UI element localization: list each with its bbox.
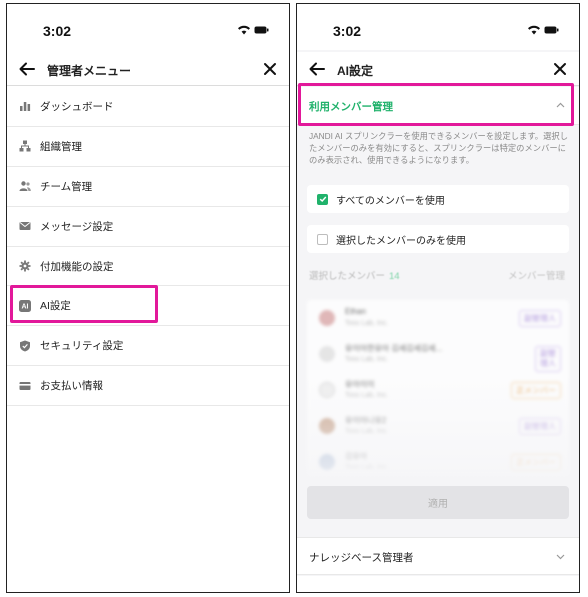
option-all-members[interactable]: すべてのメンバーを使用 bbox=[307, 185, 569, 213]
team-icon bbox=[19, 181, 31, 192]
member-name: Ethan bbox=[345, 307, 366, 316]
option-selected-members[interactable]: 選択したメンバーのみを使用 bbox=[307, 225, 569, 253]
chevron-down-icon[interactable] bbox=[556, 554, 565, 560]
member-name: 김유아 bbox=[345, 452, 368, 461]
page-title: AI設定 bbox=[337, 64, 374, 78]
section-title: ナレッジベース管理者 bbox=[309, 552, 414, 564]
avatar bbox=[319, 418, 335, 434]
checkbox-checked-icon[interactable] bbox=[317, 193, 328, 205]
checkbox-unchecked-icon[interactable] bbox=[317, 233, 328, 245]
status-time: 3:02 bbox=[333, 23, 362, 39]
close-icon[interactable] bbox=[551, 60, 569, 78]
bar-chart-icon bbox=[20, 102, 31, 112]
member-org: Toss Lab, Inc. bbox=[345, 464, 389, 471]
menu-item-message-settings[interactable]: メッセージ設定 bbox=[7, 206, 289, 247]
role-badge: 副管理人 bbox=[519, 418, 561, 435]
menu-item-label: チーム管理 bbox=[40, 180, 93, 193]
admin-menu-screen: 3:02 管理者メニュー ダッシュボード 組織管理 チーム管理 メッセージ設定 … bbox=[6, 3, 290, 593]
battery-icon bbox=[254, 26, 269, 34]
menu-item-label: 付加機能の設定 bbox=[40, 260, 114, 273]
option-label: すべてのメンバーを使用 bbox=[336, 195, 445, 207]
member-name: 유이아한유아 김세김세김세... bbox=[345, 344, 443, 353]
close-icon[interactable] bbox=[261, 60, 279, 78]
member-usage-section-header[interactable]: 利用メンバー管理 bbox=[297, 87, 579, 125]
member-org: Toss Lab, Inc. bbox=[345, 428, 389, 435]
page-title: 管理者メニュー bbox=[47, 64, 132, 78]
role-badge: 正メンバー bbox=[511, 454, 561, 471]
list-item[interactable]: Ethan Toss Lab, Inc. 副管理人 bbox=[307, 300, 569, 336]
menu-item-addon-settings[interactable]: 付加機能の設定 bbox=[7, 246, 289, 287]
menu-item-label: 組織管理 bbox=[40, 140, 82, 153]
apply-button[interactable]: 適用 bbox=[307, 486, 569, 519]
role-badge: 副管理人 bbox=[519, 310, 561, 327]
list-item[interactable]: 유이아니유2 Toss Lab, Inc. 副管理人 bbox=[307, 408, 569, 444]
member-org: Toss Lab, Inc. bbox=[345, 320, 389, 327]
menu-item-organization[interactable]: 組織管理 bbox=[7, 126, 289, 167]
menu-item-billing[interactable]: お支払い情報 bbox=[7, 366, 289, 407]
menu-item-label: AI設定 bbox=[40, 300, 71, 313]
battery-icon bbox=[544, 26, 559, 34]
member-org: Toss Lab, Inc. bbox=[345, 356, 389, 363]
chevron-up-icon[interactable] bbox=[556, 102, 565, 108]
wifi-icon bbox=[528, 25, 540, 35]
back-arrow-icon[interactable] bbox=[18, 60, 36, 78]
menu-item-security-settings[interactable]: セキュリティ設定 bbox=[7, 326, 289, 367]
mail-icon bbox=[19, 222, 31, 231]
menu-item-label: ダッシュボード bbox=[40, 100, 114, 113]
member-name: 유이아니유2 bbox=[345, 416, 387, 425]
svg-text:AI: AI bbox=[22, 303, 29, 310]
role-badge: 正メンバー bbox=[511, 382, 561, 399]
selected-members-count: 14 bbox=[389, 271, 400, 282]
menu-item-ai-settings[interactable]: AI AI設定 bbox=[7, 286, 289, 327]
avatar bbox=[319, 310, 335, 326]
knowledge-base-admin-section-header[interactable]: ナレッジベース管理者 bbox=[297, 537, 579, 575]
status-bar: 3:02 bbox=[7, 4, 289, 50]
nav-bar: 管理者メニュー bbox=[7, 52, 289, 86]
option-label: 選択したメンバーのみを使用 bbox=[336, 235, 466, 247]
menu-item-label: セキュリティ設定 bbox=[40, 340, 124, 353]
avatar bbox=[319, 454, 335, 470]
status-time: 3:02 bbox=[43, 23, 72, 39]
nav-bar: AI設定 bbox=[297, 52, 579, 86]
back-arrow-icon[interactable] bbox=[308, 60, 326, 78]
list-item[interactable]: 김유아 Toss Lab, Inc. 正メンバー bbox=[307, 444, 569, 476]
gear-icon bbox=[19, 260, 31, 272]
selected-members-label: 選択したメンバー bbox=[309, 271, 386, 282]
member-management-link[interactable]: メンバー管理 bbox=[508, 268, 565, 282]
status-bar: 3:02 bbox=[297, 4, 579, 50]
list-item[interactable]: 유아이이 Toss Lab, Inc. 正メンバー bbox=[307, 372, 569, 408]
member-list: Ethan Toss Lab, Inc. 副管理人 유이아한유아 김세김세김세.… bbox=[307, 300, 569, 476]
section-description: JANDI AI スプリンクラーを使用できるメンバーを設定します。選択したメンバ… bbox=[309, 131, 568, 165]
wifi-icon bbox=[238, 25, 250, 35]
member-name: 유아이이 bbox=[345, 380, 375, 389]
avatar bbox=[319, 346, 335, 362]
admin-menu-list: ダッシュボード 組織管理 チーム管理 メッセージ設定 付加機能の設定 AI AI… bbox=[7, 87, 289, 407]
ai-settings-screen: 3:02 AI設定 利用メンバー管理 JANDI AI スプリンクラーを使用でき… bbox=[296, 3, 580, 593]
menu-item-label: メッセージ設定 bbox=[40, 220, 114, 233]
menu-item-label: お支払い情報 bbox=[40, 380, 103, 393]
bottom-area bbox=[297, 576, 579, 592]
section-title: 利用メンバー管理 bbox=[309, 101, 393, 113]
member-org: Toss Lab, Inc. bbox=[345, 392, 389, 399]
org-tree-icon bbox=[19, 140, 31, 152]
avatar bbox=[319, 382, 335, 398]
shield-icon bbox=[20, 340, 30, 352]
role-badge: 副管 理人 bbox=[535, 346, 561, 372]
ai-icon: AI bbox=[19, 299, 31, 312]
menu-item-dashboard[interactable]: ダッシュボード bbox=[7, 87, 289, 127]
selected-members-header: 選択したメンバー 14 メンバー管理 bbox=[309, 268, 565, 282]
list-item[interactable]: 유이아한유아 김세김세김세... Toss Lab, Inc. 副管 理人 bbox=[307, 336, 569, 372]
card-icon bbox=[19, 381, 31, 390]
menu-item-team[interactable]: チーム管理 bbox=[7, 166, 289, 207]
